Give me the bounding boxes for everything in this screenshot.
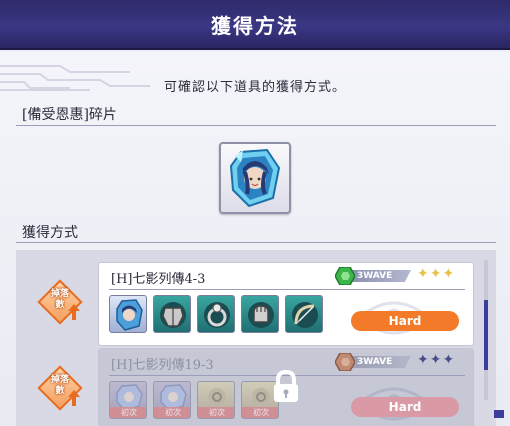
hard-difficulty-button[interactable]: Hard (351, 311, 459, 331)
reward-slot[interactable] (285, 295, 323, 333)
reward-slot[interactable] (197, 295, 235, 333)
first-clear-tag: 初次 (198, 407, 234, 418)
armor-icon (160, 302, 186, 328)
item-icon-frame[interactable] (219, 142, 291, 214)
page-title: 獲得方法 (211, 14, 299, 38)
item-name-label: [備受恩惠]碎片 (22, 107, 117, 123)
scroll-down-button[interactable] (494, 410, 504, 418)
stage-name: [H]七影列傳19-3 (111, 358, 214, 373)
gauntlet-icon (248, 302, 274, 328)
wave-badge: 3WAVE (335, 353, 413, 371)
stage-card[interactable]: [H]七影列傳4-3 3WAVE ✦✦✦ Hard (98, 262, 474, 346)
up-arrow-icon (68, 390, 80, 406)
reward-slot[interactable] (241, 295, 279, 333)
hexagon-icon (335, 353, 355, 371)
reward-slot[interactable]: 初次 (109, 381, 147, 419)
first-clear-tag: 初次 (154, 407, 190, 418)
reward-slot[interactable]: 初次 (197, 381, 235, 419)
wave-label: 3WAVE (357, 357, 393, 367)
ring-icon (204, 302, 230, 328)
scrollbar-thumb[interactable] (484, 300, 488, 370)
first-clear-tag: 初次 (110, 407, 146, 418)
reward-slot[interactable]: 初次 (153, 381, 191, 419)
methods-section-divider (16, 242, 496, 243)
first-clear-tag: 初次 (242, 407, 278, 418)
stage-stars: ✦✦✦ (417, 352, 456, 368)
character-shard-icon (116, 299, 143, 331)
stage-stars: ✦✦✦ (417, 266, 456, 282)
wave-badge: 3WAVE (335, 267, 413, 285)
hexagon-icon (335, 267, 355, 285)
methods-section-title: 獲得方式 (22, 225, 78, 241)
title-bar: 獲得方法 (0, 0, 510, 50)
stage-name: [H]七影列傳4-3 (111, 272, 206, 287)
reward-slot[interactable] (109, 295, 147, 333)
wave-label: 3WAVE (357, 271, 393, 281)
blue-crystal-shard-icon (229, 148, 281, 208)
hard-difficulty-button[interactable]: Hard (351, 397, 459, 417)
intro-text: 可確認以下道具的獲得方式。 (163, 80, 346, 95)
up-arrow-icon (68, 304, 80, 320)
lock-icon (274, 370, 298, 402)
item-section-divider (16, 125, 496, 126)
bow-icon (292, 302, 318, 328)
drop-badge: 掉落數 (37, 279, 83, 325)
drop-badge: 掉落數 (37, 365, 83, 411)
reward-slot[interactable] (153, 295, 191, 333)
